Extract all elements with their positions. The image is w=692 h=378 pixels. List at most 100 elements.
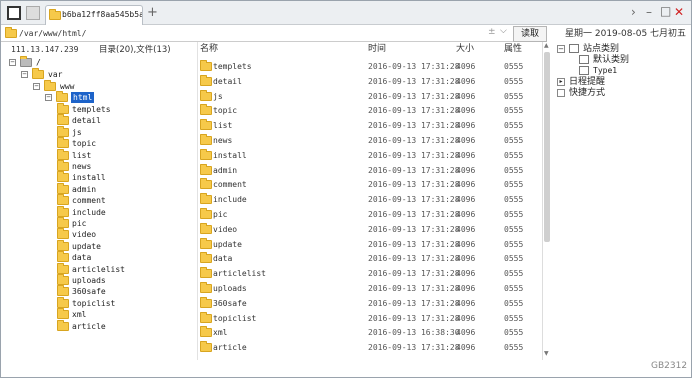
file-time: 2016-09-13 17:31:28 [368, 313, 460, 323]
address-bar: ± ⌵ [1, 26, 546, 42]
file-row[interactable]: admin 2016-09-13 17:31:28 4096 0555 [198, 163, 543, 178]
file-attr: 0555 [504, 284, 524, 293]
file-size: 4096 [456, 165, 476, 175]
file-attr: 0555 [504, 239, 524, 249]
file-size: 4096 [456, 121, 476, 131]
file-row[interactable]: update 2016-09-13 17:31:28 4096 0555 [198, 237, 543, 252]
file-name: topic [213, 106, 238, 116]
file-name: news [213, 136, 233, 145]
file-time: 2016-09-13 17:31:28 [368, 224, 460, 234]
chevron-down-icon[interactable]: ⌵ [500, 26, 507, 36]
file-row[interactable]: list 2016-09-13 17:31:28 4096 0555 [198, 118, 543, 133]
column-header-size[interactable]: 大小 [456, 42, 474, 57]
file-attr: 0555 [504, 106, 524, 116]
file-size: 4096 [456, 76, 476, 86]
folder-icon [200, 119, 212, 131]
file-row[interactable]: comment 2016-09-13 17:31:28 4096 0555 [198, 177, 543, 192]
folder-icon [57, 251, 69, 263]
folder-icon [57, 171, 69, 183]
folder-icon [5, 27, 17, 38]
collapse-icon[interactable]: − [33, 83, 40, 90]
folder-icon [57, 239, 69, 251]
file-size: 4096 [456, 328, 476, 338]
tab-title: b6ba12ff8aa545b5a... [62, 10, 143, 19]
folder-icon [57, 262, 69, 274]
file-time: 2016-09-13 17:31:28 [368, 239, 460, 249]
file-attr: 0555 [504, 91, 524, 101]
minimize-button[interactable]: – [646, 5, 652, 19]
file-row[interactable]: data 2016-09-13 17:31:28 4096 0555 [198, 251, 543, 266]
server-ip: 111.13.147.239 [11, 45, 79, 54]
file-time: 2016-09-13 17:31:28 [368, 195, 460, 205]
file-name: article [213, 343, 247, 353]
side-panel: − 站点类别 默认类别 Type1 ▸ 日程提醒 快捷方式 [557, 44, 630, 98]
tab-active[interactable]: b6ba12ff8aa545b5a... [45, 5, 143, 25]
file-row[interactable]: uploads 2016-09-13 17:31:28 4096 0555 [198, 281, 543, 296]
file-row[interactable]: js 2016-09-13 17:31:28 4096 0555 [198, 89, 543, 104]
folder-icon [200, 222, 212, 234]
file-row[interactable]: 360safe 2016-09-13 17:31:28 4096 0555 [198, 296, 543, 311]
file-row[interactable]: xml 2016-09-13 16:38:30 4096 0555 [198, 325, 543, 340]
title-bar: b6ba12ff8aa545b5a... + › – □ ✕ [1, 1, 691, 25]
file-attr: 0555 [504, 298, 524, 308]
chevron-right-icon[interactable]: › [631, 5, 636, 19]
folder-icon [44, 80, 56, 91]
item-count: 目录(20),文件(13) [99, 45, 171, 55]
file-attr: 0555 [504, 195, 524, 205]
maximize-button[interactable]: □ [660, 4, 671, 18]
file-name: js [213, 91, 223, 101]
file-attr: 0555 [504, 313, 524, 323]
window-icon[interactable] [26, 6, 40, 20]
sort-icon[interactable]: ± [488, 27, 496, 37]
vertical-scrollbar[interactable]: ▲ ▼ [542, 42, 551, 360]
folder-icon [200, 60, 212, 71]
folder-icon [200, 311, 212, 323]
file-row[interactable]: news 2016-09-13 17:31:28 4096 0555 [198, 133, 543, 148]
file-attr: 0555 [504, 136, 524, 145]
file-row[interactable]: articlelist 2016-09-13 17:31:28 4096 0555 [198, 266, 543, 281]
file-row[interactable]: article 2016-09-13 17:31:28 4096 0555 [198, 340, 543, 355]
folder-icon [200, 178, 212, 190]
file-row[interactable]: include 2016-09-13 17:31:28 4096 0555 [198, 192, 543, 207]
collapse-icon[interactable]: − [21, 71, 28, 78]
path-input[interactable] [19, 27, 509, 40]
panel-toggle-icon[interactable] [7, 6, 21, 20]
category-icon [579, 66, 589, 75]
scroll-down-icon[interactable]: ▼ [544, 350, 549, 357]
column-header-attr[interactable]: 属性 [504, 42, 522, 57]
file-row[interactable]: topiclist 2016-09-13 17:31:28 4096 0555 [198, 311, 543, 326]
file-row[interactable]: install 2016-09-13 17:31:28 4096 0555 [198, 148, 543, 163]
file-attr: 0555 [504, 76, 524, 86]
file-row[interactable]: detail 2016-09-13 17:31:28 4096 0555 [198, 74, 543, 89]
file-time: 2016-09-13 17:31:28 [368, 269, 460, 279]
file-attr: 0555 [504, 121, 524, 131]
file-name: topiclist [213, 313, 257, 323]
read-button[interactable]: 读取 [513, 26, 547, 42]
file-row[interactable]: topic 2016-09-13 17:31:28 4096 0555 [198, 103, 543, 118]
column-header-name[interactable]: 名称 [200, 42, 218, 57]
file-time: 2016-09-13 17:31:28 [368, 91, 460, 101]
file-size: 4096 [456, 62, 476, 71]
folder-icon [57, 217, 69, 228]
folder-icon [200, 341, 212, 353]
new-tab-button[interactable]: + [147, 5, 158, 20]
folder-icon [200, 104, 212, 116]
file-time: 2016-09-13 17:31:28 [368, 284, 460, 293]
file-time: 2016-09-13 17:31:28 [368, 343, 460, 353]
file-size: 4096 [456, 210, 476, 219]
collapse-icon[interactable]: − [557, 45, 565, 53]
file-row[interactable]: video 2016-09-13 17:31:28 4096 0555 [198, 222, 543, 237]
file-row[interactable]: pic 2016-09-13 17:31:28 4096 0555 [198, 207, 543, 222]
scroll-up-icon[interactable]: ▲ [544, 42, 549, 49]
file-size: 4096 [456, 224, 476, 234]
file-row[interactable]: templets 2016-09-13 17:31:28 4096 0555 [198, 59, 543, 74]
folder-icon [57, 205, 69, 217]
file-size: 4096 [456, 195, 476, 205]
collapse-icon[interactable]: − [9, 59, 16, 66]
file-time: 2016-09-13 17:31:28 [368, 165, 460, 175]
collapse-icon[interactable]: − [45, 94, 52, 101]
scroll-thumb[interactable] [544, 52, 550, 242]
close-button[interactable]: ✕ [674, 5, 684, 19]
folder-icon [57, 296, 69, 308]
column-header-time[interactable]: 时间 [368, 42, 386, 57]
